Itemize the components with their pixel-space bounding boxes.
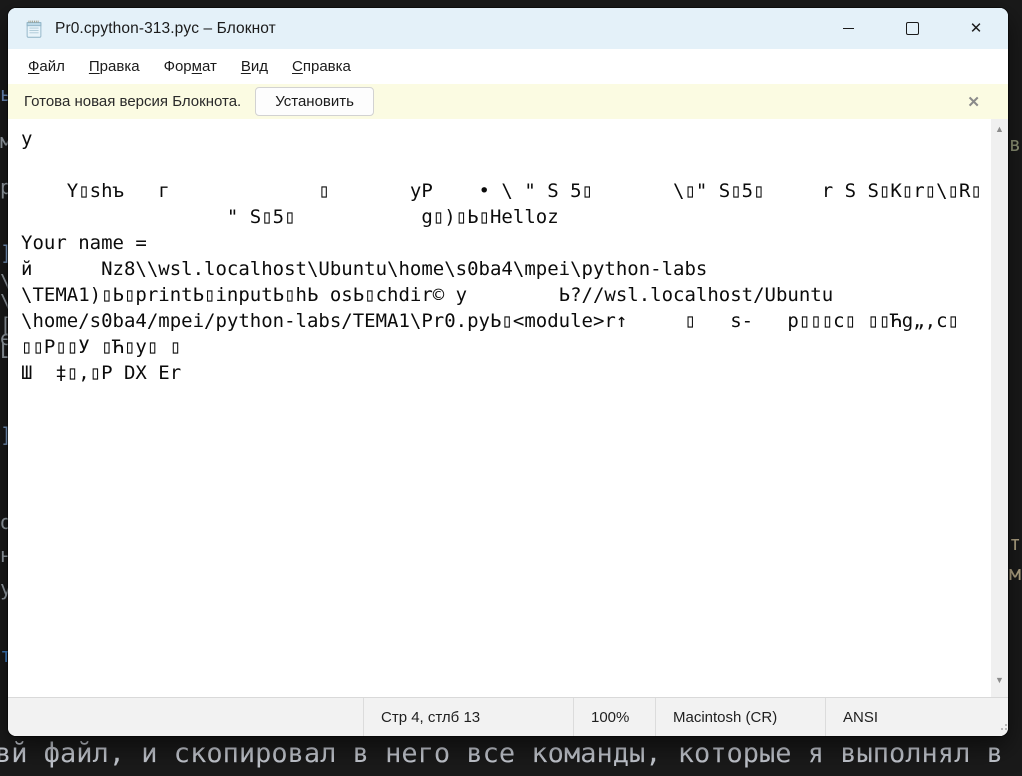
notepad-window: Pr0.cpython-313.pyc – Блокнот ✕ Файл Пра… xyxy=(8,8,1008,736)
menu-view[interactable]: Вид xyxy=(229,58,280,75)
menu-help[interactable]: Справка xyxy=(280,58,363,75)
minimize-icon xyxy=(843,28,854,29)
status-empty xyxy=(8,698,363,736)
editor-text[interactable]: y Y▯shъ г ▯ yP • \ " S 5▯ \▯" S▯5▯ r S S… xyxy=(8,119,1008,386)
status-bar: Стр 4, стлб 13 100% Macintosh (CR) ANSI xyxy=(8,698,1008,736)
minimize-button[interactable] xyxy=(816,8,880,49)
scroll-up-icon[interactable]: ▲ xyxy=(995,125,1004,134)
maximize-icon xyxy=(906,22,919,35)
vertical-scrollbar[interactable]: ▲ ▼ xyxy=(991,119,1008,697)
menu-bar: Файл Правка Формат Вид Справка xyxy=(8,49,1008,84)
install-button[interactable]: Установить xyxy=(255,87,374,116)
update-message: Готова новая версия Блокнота. xyxy=(24,93,241,110)
status-zoom-level: 100% xyxy=(573,698,655,736)
status-encoding: ANSI xyxy=(825,698,1008,736)
notification-close-icon[interactable]: ✕ xyxy=(967,93,980,111)
scroll-down-icon[interactable]: ▼ xyxy=(995,676,1004,685)
editor-area: y Y▯shъ г ▯ yP • \ " S 5▯ \▯" S▯5▯ r S S… xyxy=(8,119,1008,698)
bg-fragment: в xyxy=(1009,134,1021,154)
menu-file[interactable]: Файл xyxy=(16,58,77,75)
status-line-ending: Macintosh (CR) xyxy=(655,698,825,736)
maximize-button[interactable] xyxy=(880,8,944,49)
notepad-icon xyxy=(23,18,45,40)
status-cursor-position: Стр 4, стлб 13 xyxy=(363,698,573,736)
menu-format[interactable]: Формат xyxy=(152,58,229,75)
window-controls: ✕ xyxy=(816,8,1008,49)
terminal-background-text: вй файл, и скопировал в него все команды… xyxy=(0,737,1022,771)
close-button[interactable]: ✕ xyxy=(944,8,1008,49)
bg-fragment: т xyxy=(1009,533,1021,553)
close-icon: ✕ xyxy=(970,21,983,36)
title-bar[interactable]: Pr0.cpython-313.pyc – Блокнот ✕ xyxy=(8,8,1008,49)
update-notification-bar: Готова новая версия Блокнота. Установить… xyxy=(8,84,1008,119)
window-title: Pr0.cpython-313.pyc – Блокнот xyxy=(55,20,276,38)
bg-fragment: м xyxy=(1009,563,1021,583)
menu-edit[interactable]: Правка xyxy=(77,58,152,75)
resize-grip-icon[interactable] xyxy=(1001,720,1003,722)
